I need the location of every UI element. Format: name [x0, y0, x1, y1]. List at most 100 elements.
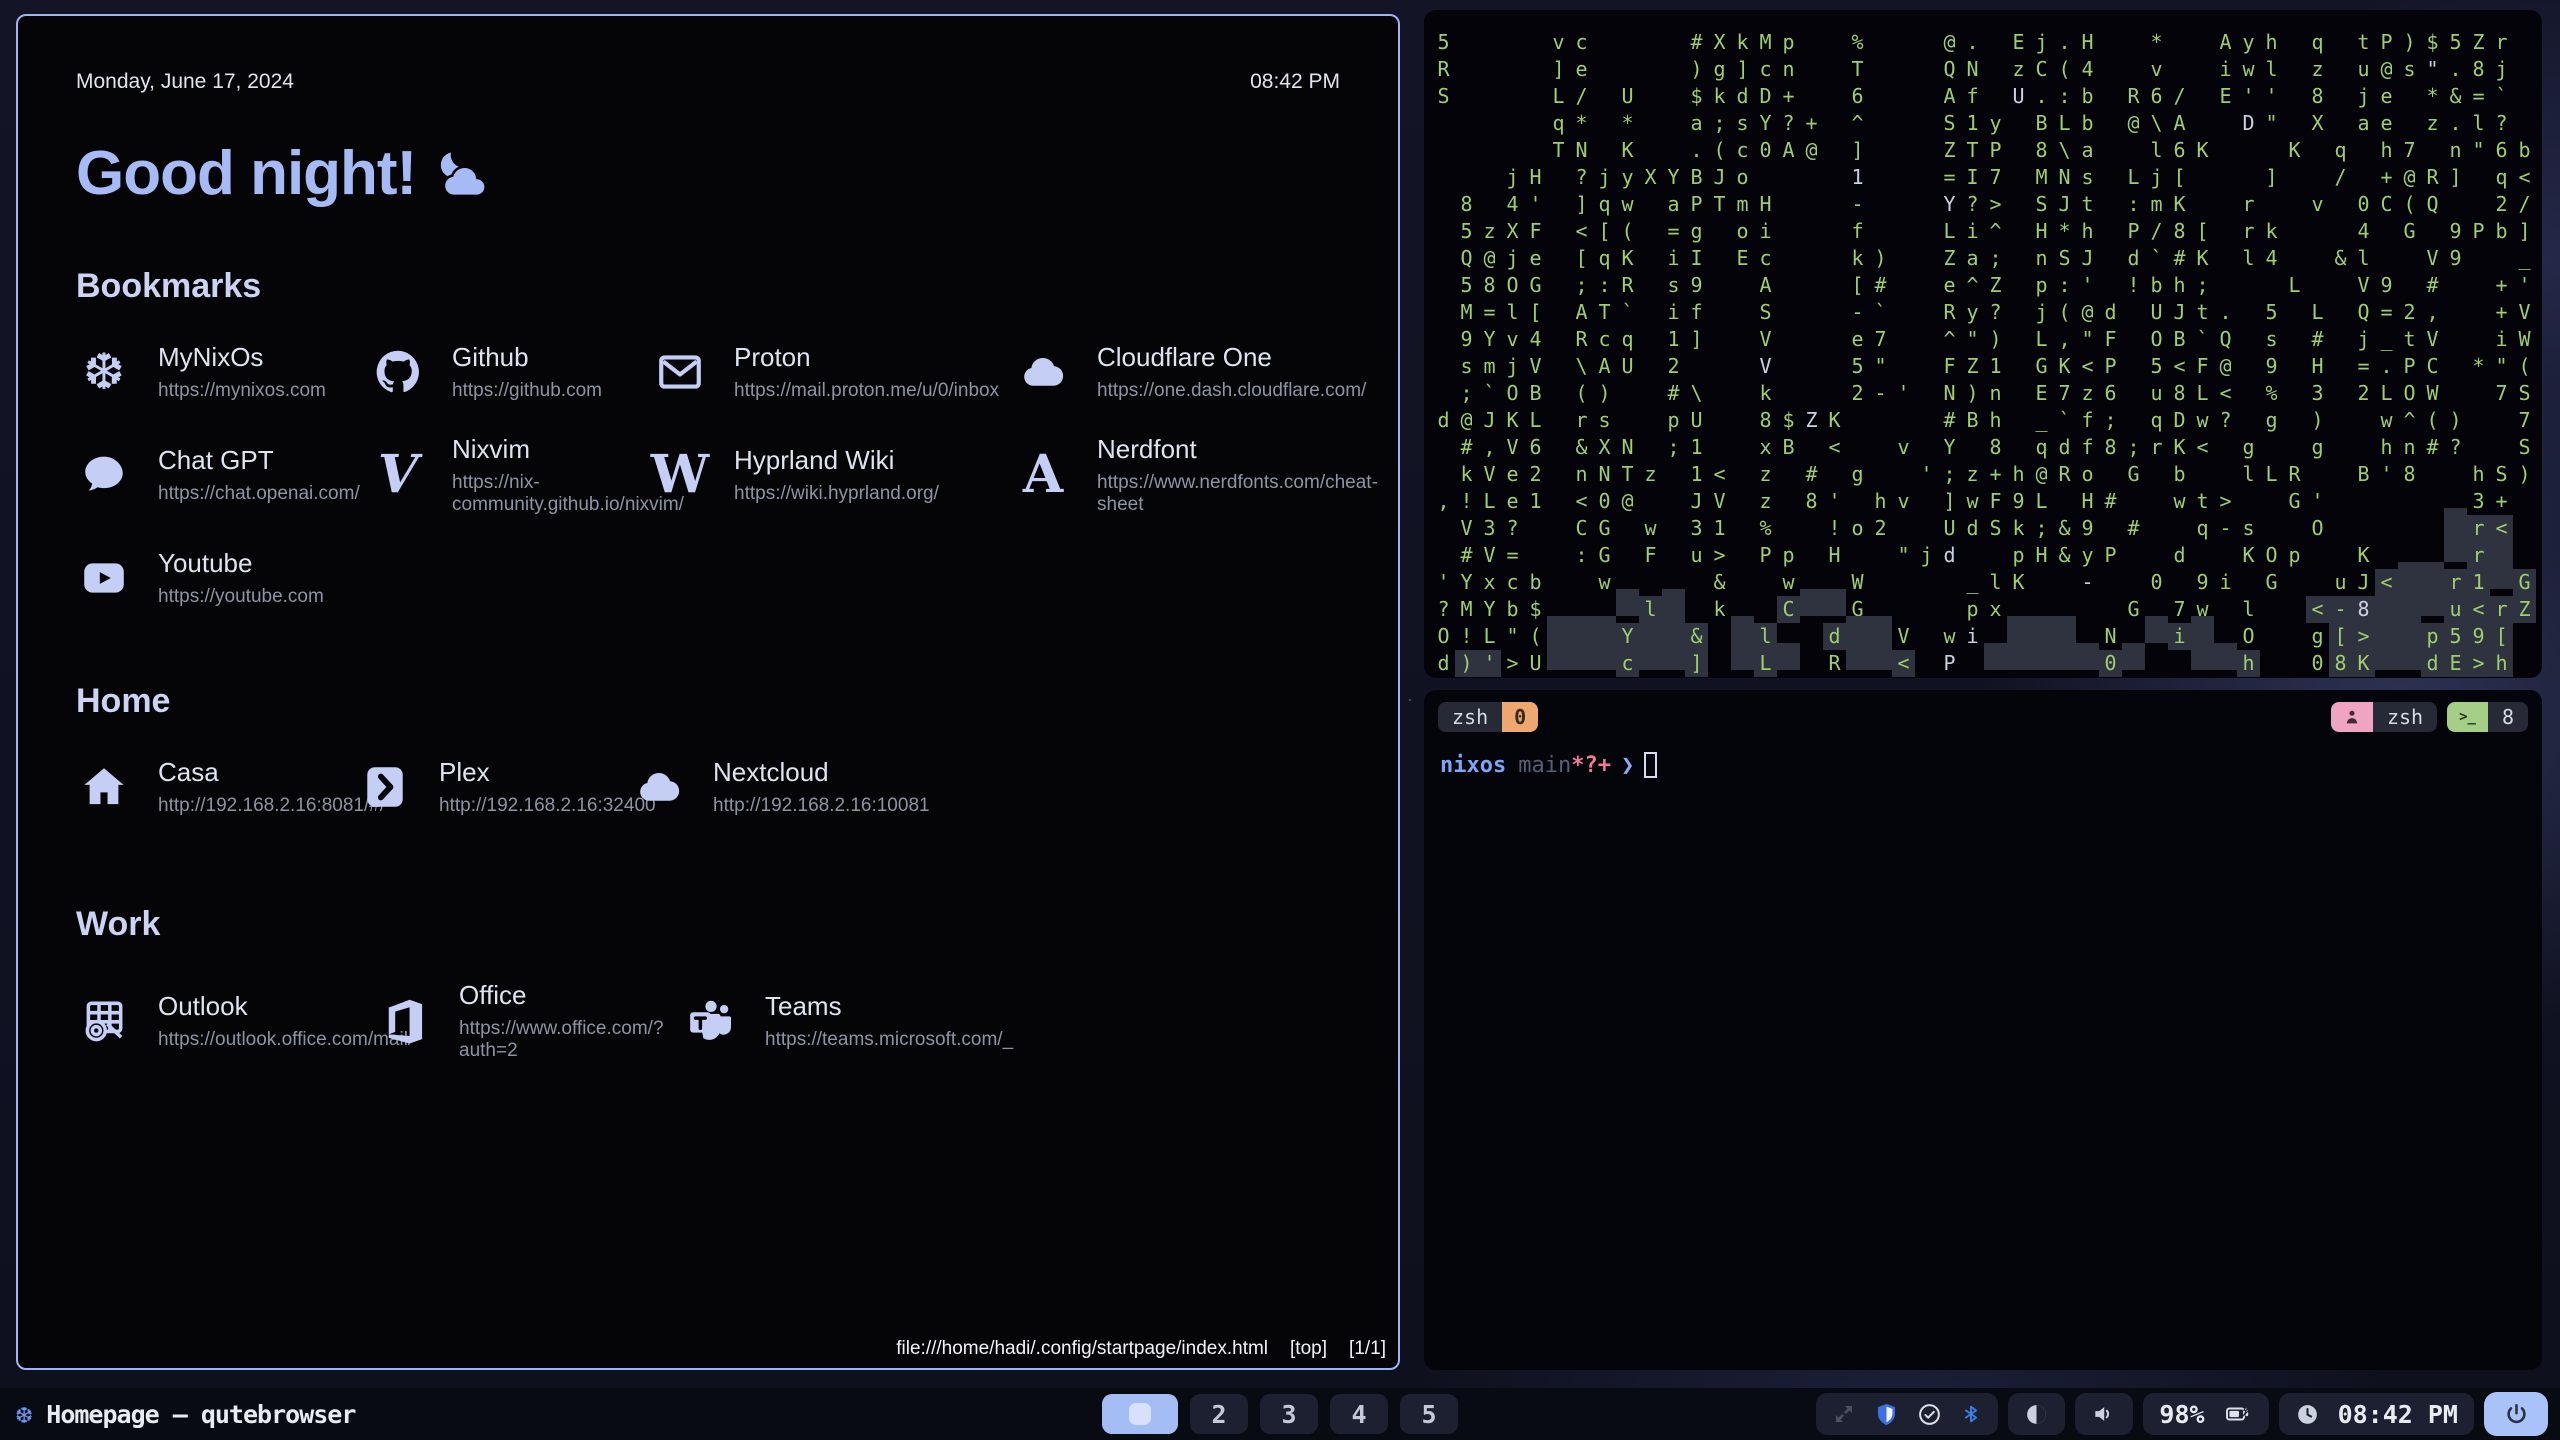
bookmark-item-casa[interactable]: Casahttp://192.168.2.16:8081/#/ [76, 757, 357, 817]
bookmark-url: https://mail.proton.me/u/0/inbox [734, 380, 999, 402]
bookmark-item-proton[interactable]: Protonhttps://mail.proton.me/u/0/inbox [652, 342, 1015, 402]
bar-right-modules: 98% 08:42 PM [1816, 1392, 2548, 1436]
terminal-icon: >_ [2447, 702, 2488, 732]
matrix-row: #,V6 &XN ;1 xB < v Y 8 qdf8;rK< g g hn#?… [1432, 427, 2536, 454]
matrix-row: smjV \AU 2 V 5" FZ1 GK<P 5<F@ 9 H =.PC *… [1432, 346, 2536, 373]
moon-cloud-icon [430, 149, 492, 199]
terminal-cursor [1644, 752, 1657, 778]
tmux-session-name: zsh [2373, 702, 2437, 732]
section-bookmarks: Bookmarks❆MyNixOshttps://mynixos.comGith… [76, 267, 1340, 608]
battery-percentage: 98% [2159, 1400, 2204, 1429]
bookmark-name: Github [452, 342, 602, 373]
github-icon [370, 344, 426, 400]
greeting-text: Good night! [76, 138, 416, 209]
system-tray[interactable] [1816, 1393, 1998, 1435]
bookmark-item-outlook[interactable]: Outlookhttps://outlook.office.com/mail/ [76, 980, 377, 1062]
youtube-icon [76, 550, 132, 606]
prompt-host: nixos [1440, 753, 1506, 778]
tmux-window-name: zsh [1438, 702, 1502, 732]
teams-icon [683, 993, 739, 1049]
nix-snowflake-icon: ❆ [76, 344, 132, 400]
matrix-row: 58OG ;:R s9 A [# e^Z p:' !bh; L V9 # +' [1432, 265, 2536, 292]
workspace-3[interactable]: 3 [1260, 1394, 1318, 1434]
bookmark-item-nerdfont[interactable]: ANerdfonthttps://www.nerdfonts.com/cheat… [1015, 434, 1378, 516]
matrix-row: V3? CG w 31 % !o2 UdSk;&9 # q-s O r< [1432, 508, 2536, 535]
bookmark-item-mynixos[interactable]: ❆MyNixOshttps://mynixos.com [76, 342, 370, 402]
outlook-icon [76, 993, 132, 1049]
matrix-row: Q@je [qK iI Ec k) Za; nSJ d`#K l4 &l V9 … [1432, 238, 2536, 265]
power-button[interactable] [2484, 1392, 2548, 1436]
matrix-row: q* * a;sY?+ ^ S1y BLb @\A D" X ae z.l? [1432, 103, 2536, 130]
shell-terminal-window[interactable]: zsh 0 zsh >_ 8 nixos main*?+ ❯ [1424, 690, 2542, 1370]
bookmark-url: https://chat.openai.com/ [158, 483, 360, 505]
bookmark-item-cloudflare-one[interactable]: Cloudflare One https://one.dash.cloudflar… [1015, 342, 1378, 402]
bookmark-item-github[interactable]: Github https://github.com [370, 342, 652, 402]
workspace-5[interactable]: 5 [1400, 1394, 1458, 1434]
bookmark-item-chat-gpt[interactable]: Chat GPT https://chat.openai.com/ [76, 434, 370, 516]
bookmark-url: https://outlook.office.com/mail/ [158, 1029, 413, 1051]
workspaces: 2345 [1102, 1394, 1458, 1434]
matrix-rain: 5 vc #XkMp % @. Ej.H * Ayh q tP)$5ZrR ]e… [1424, 10, 2542, 670]
prompt-git-branch: main*?+ [1518, 753, 1611, 778]
tmux-pane-indicator: >_ 8 [2447, 702, 2528, 732]
section-grid: Casahttp://192.168.2.16:8081/#/Plexhttp:… [76, 757, 1340, 817]
bookmark-url: https://teams.microsoft.com/_ [765, 1029, 1013, 1051]
workspace-4[interactable]: 4 [1330, 1394, 1388, 1434]
bookmark-name: Casa [158, 757, 385, 788]
bookmark-url: https://nix-community.github.io/nixvim/ [452, 472, 684, 516]
tmux-window-tab[interactable]: zsh 0 [1438, 702, 1538, 732]
statusbar-scroll-position: [top] [1290, 1338, 1327, 1360]
matrix-row: 9Yv4 Rcq 1] V e7 ^") L,"F OB`Q s # j_tV … [1432, 319, 2536, 346]
section-title: Bookmarks [76, 267, 1340, 306]
shell-prompt[interactable]: nixos main*?+ ❯ [1440, 752, 2542, 778]
bookmark-url: https://one.dash.cloudflare.com/ [1097, 380, 1366, 402]
workspace-1-active[interactable] [1102, 1394, 1178, 1434]
startpage-sections: Bookmarks❆MyNixOshttps://mynixos.comGith… [76, 267, 1340, 1062]
date-label: Monday, June 17, 2024 [76, 70, 294, 94]
tmux-status-bar: zsh 0 zsh >_ 8 [1438, 702, 2528, 732]
tmux-session-indicator: zsh [2331, 702, 2437, 732]
matrix-row: 5zXF <[( =g oi f Li^ H*h P/8[ rk 4 G 9Pb… [1432, 211, 2536, 238]
qutebrowser-statusbar: file:///home/hadi/.config/startpage/inde… [18, 1334, 1398, 1368]
bookmark-item-office[interactable]: Officehttps://www.office.com/?auth=2 [377, 980, 683, 1062]
section-title: Home [76, 682, 1340, 721]
clock-icon [2295, 1402, 2320, 1427]
matrix-row: 'Yxcb w _ & w W _lK - 0 9i G uJ< r1 G [1432, 562, 2536, 589]
home-icon [76, 759, 132, 815]
nix-snowflake-icon: ❆ [16, 1401, 32, 1428]
matrix-row: R ]e )g]cn T QN zC(4 v iwl z u@s".8j [1432, 49, 2536, 76]
bookmark-url: https://github.com [452, 380, 602, 402]
desktop: Monday, June 17, 2024 08:42 PM Good nigh… [0, 0, 2560, 1440]
clock-module[interactable]: 08:42 PM [2279, 1393, 2474, 1435]
cmatrix-terminal-window[interactable]: 5 vc #XkMp % @. Ej.H * Ayh q tP)$5ZrR ]e… [1424, 10, 2542, 678]
bookmark-name: Cloudflare One [1097, 342, 1366, 373]
clock-time: 08:42 PM [2338, 1400, 2458, 1429]
bookmark-item-youtube[interactable]: Youtubehttps://youtube.com [76, 548, 370, 608]
bookmark-item-nixvim[interactable]: VNixvimhttps://nix-community.github.io/n… [370, 434, 652, 516]
matrix-row: ;`OB () #\ k 2-' N)n E7z6 u8L< % 3 2LOW … [1432, 373, 2536, 400]
battery-module[interactable]: 98% [2143, 1393, 2268, 1435]
cloud-icon [631, 759, 687, 815]
matrix-row: #V= :G F u> Pp H "jd pH&yP d KOp K r_ [1432, 535, 2536, 562]
night-light-module[interactable] [2008, 1393, 2065, 1435]
section-grid: ❆MyNixOshttps://mynixos.comGithubhttps:/… [76, 342, 1340, 608]
bookmark-name: Youtube [158, 548, 324, 579]
office-icon [377, 993, 433, 1049]
bookmark-item-nextcloud[interactable]: Nextcloudhttp://192.168.2.16:10081 [631, 757, 1340, 817]
section-home: Home Casahttp://192.168.2.16:8081/#/Plexh… [76, 682, 1340, 817]
bookmark-name: Outlook [158, 991, 413, 1022]
bookmark-item-teams[interactable]: Teamshttps://teams.microsoft.com/_ [683, 980, 1340, 1062]
status-bar: ❆ Homepage — qutebrowser 2345 [0, 1388, 2560, 1440]
bookmark-item-hyprland-wiki[interactable]: WHyprland Wikihttps://wiki.hyprland.org/ [652, 434, 1015, 516]
section-title: Work [76, 905, 1340, 944]
bookmark-item-plex[interactable]: Plexhttp://192.168.2.16:32400 [357, 757, 631, 817]
workspace-2[interactable]: 2 [1190, 1394, 1248, 1434]
bookmark-name: MyNixOs [158, 342, 326, 373]
volume-icon [2091, 1401, 2117, 1427]
bookmark-name: Chat GPT [158, 445, 360, 476]
person-icon [2331, 702, 2373, 732]
shield-icon [1874, 1402, 1899, 1427]
volume-module[interactable] [2075, 1393, 2133, 1435]
cloud-icon [1015, 344, 1071, 400]
matrix-row: 8 4' ]qw aPTmH - Y?> SJt :mK r v 0C(Q 2/ [1432, 184, 2536, 211]
